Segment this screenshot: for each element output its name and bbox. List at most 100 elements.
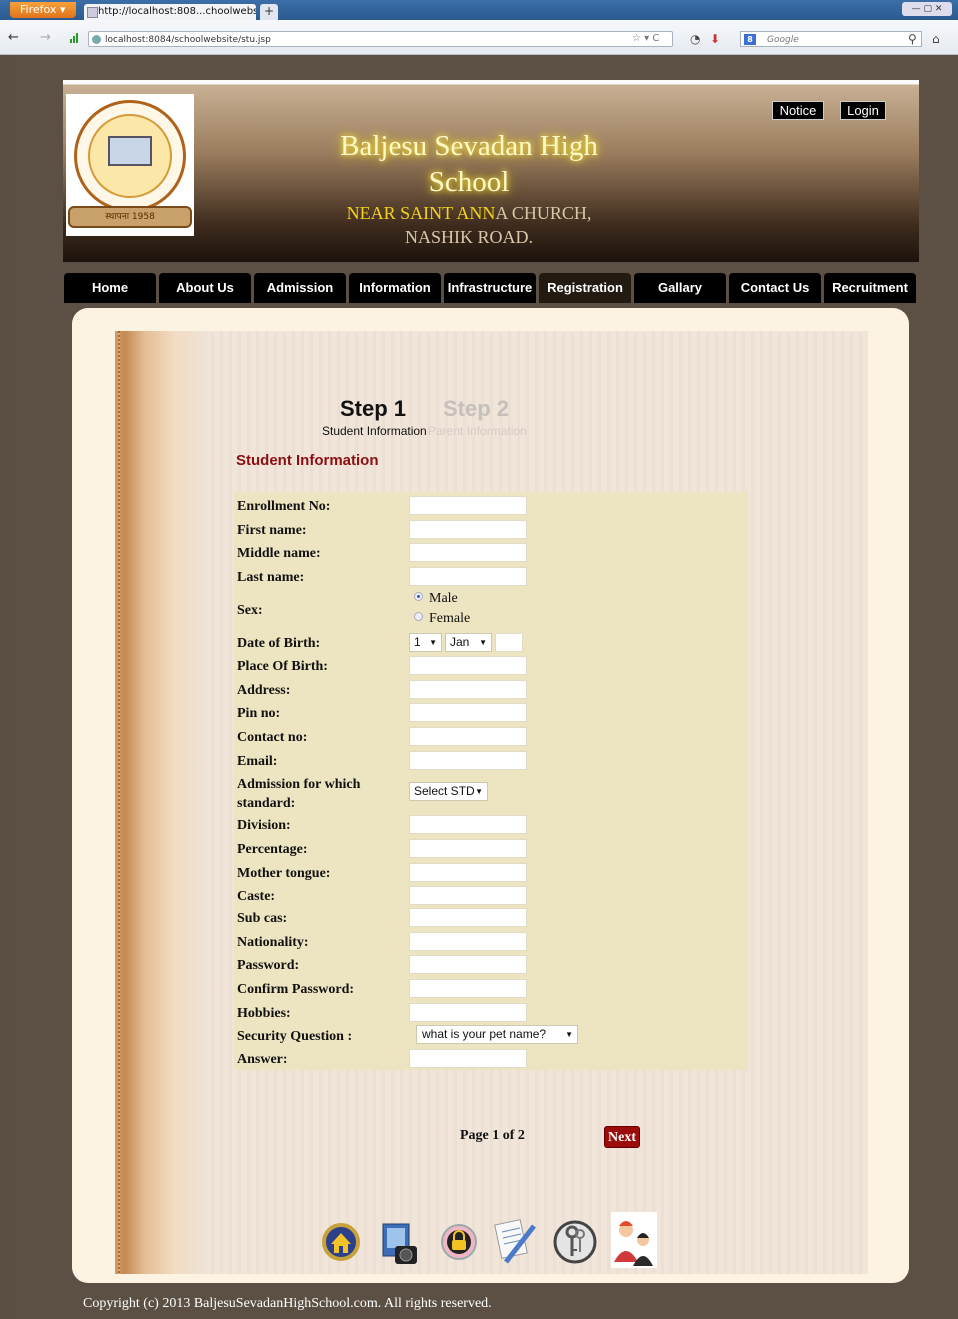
addon-icon[interactable]: ◔ xyxy=(690,32,700,46)
main-menu: Home About Us Admission Information Infr… xyxy=(64,273,918,303)
menu-infrastructure[interactable]: Infrastructure xyxy=(444,273,536,303)
forward-arrow-icon[interactable]: → xyxy=(40,30,51,45)
dob-day-value: 1 xyxy=(414,635,421,649)
new-tab-button[interactable]: + xyxy=(260,4,278,20)
standard-label-line2: standard: xyxy=(237,796,296,811)
first-name-input[interactable] xyxy=(409,520,527,539)
panel-decoration xyxy=(115,331,207,1274)
edit-document-icon[interactable] xyxy=(492,1212,538,1268)
security-question-select[interactable]: what is your pet name? ▼ xyxy=(416,1025,578,1044)
password-input[interactable] xyxy=(409,955,527,974)
search-box[interactable]: 8 Google xyxy=(740,31,922,47)
notice-button[interactable]: Notice xyxy=(772,101,824,120)
pin-input[interactable] xyxy=(409,703,527,722)
menu-registration[interactable]: Registration xyxy=(539,273,631,303)
division-input[interactable] xyxy=(409,815,527,834)
firefox-menu-button[interactable]: Firefox ▾ xyxy=(10,2,76,18)
download-icon[interactable]: ⬇ xyxy=(710,32,720,46)
security-question-label: Security Question : xyxy=(237,1029,353,1044)
school-title: Baljesu Sevadan High School xyxy=(340,130,598,198)
key-icon[interactable] xyxy=(552,1212,598,1268)
menu-contact-us[interactable]: Contact Us xyxy=(729,273,821,303)
window-controls[interactable]: — ▢ ✕ xyxy=(902,2,952,16)
address-highlight: NEAR SAINT ANN xyxy=(346,203,496,223)
bookmark-star-icon[interactable]: ☆ ▾ C xyxy=(632,33,659,44)
gallery-camera-icon[interactable] xyxy=(377,1212,423,1268)
answer-input[interactable] xyxy=(409,1049,527,1068)
sex-male-option[interactable]: Male xyxy=(414,591,458,607)
chevron-down-icon: ▼ xyxy=(429,638,437,647)
site-identity-icon[interactable] xyxy=(92,35,101,44)
enrollment-input[interactable] xyxy=(409,496,527,515)
sub-caste-label: Sub cas: xyxy=(237,911,288,926)
chevron-down-icon: ▼ xyxy=(565,1030,573,1039)
standard-select[interactable]: Select STD ▼ xyxy=(409,782,488,801)
enrollment-label: Enrollment No: xyxy=(237,499,331,514)
sub-caste-input[interactable] xyxy=(409,908,527,927)
home-icon[interactable] xyxy=(318,1212,364,1268)
lock-icon[interactable] xyxy=(436,1212,482,1268)
chevron-down-icon: ▼ xyxy=(475,787,483,796)
email-input[interactable] xyxy=(409,751,527,770)
section-title: Student Information xyxy=(236,452,379,469)
site-header: स्थापना 1958 Baljesu Sevadan High School… xyxy=(63,80,919,262)
dob-day-select[interactable]: 1 ▼ xyxy=(409,633,442,652)
nationality-input[interactable] xyxy=(409,932,527,951)
confirm-password-input[interactable] xyxy=(409,979,527,998)
place-of-birth-input[interactable] xyxy=(409,656,527,675)
home-icon[interactable]: ⌂ xyxy=(932,32,940,46)
browser-tab[interactable]: http://localhost:808...choolwebsite/stu.… xyxy=(84,4,256,20)
mother-tongue-input[interactable] xyxy=(409,863,527,882)
answer-label: Answer: xyxy=(237,1052,288,1067)
address-label: Address: xyxy=(237,683,291,698)
staff-people-icon[interactable] xyxy=(611,1212,657,1268)
hobbies-label: Hobbies: xyxy=(237,1006,291,1021)
male-label: Male xyxy=(429,591,458,606)
school-logo: स्थापना 1958 xyxy=(66,94,194,236)
security-question-value: what is your pet name? xyxy=(422,1027,547,1041)
back-arrow-icon[interactable]: ← xyxy=(8,30,19,45)
browser-tab-bar: Firefox ▾ http://localhost:808...choolwe… xyxy=(0,0,958,20)
password-label: Password: xyxy=(237,958,300,973)
address-bar[interactable]: localhost:8084/schoolwebsite/stu.jsp xyxy=(88,31,673,47)
page-indicator: Page 1 of 2 xyxy=(460,1128,525,1143)
login-button[interactable]: Login xyxy=(840,101,886,120)
logo-ribbon: स्थापना 1958 xyxy=(68,206,192,228)
chevron-down-icon: ▼ xyxy=(479,638,487,647)
percentage-label: Percentage: xyxy=(237,842,308,857)
browser-nav-bar: ← → localhost:8084/schoolwebsite/stu.jsp… xyxy=(0,20,958,55)
percentage-input[interactable] xyxy=(409,839,527,858)
menu-home[interactable]: Home xyxy=(64,273,156,303)
menu-gallary[interactable]: Gallary xyxy=(634,273,726,303)
female-radio[interactable] xyxy=(414,612,423,621)
dob-month-select[interactable]: Jan ▼ xyxy=(445,633,492,652)
contact-input[interactable] xyxy=(409,727,527,746)
menu-recruitment[interactable]: Recruitment xyxy=(824,273,916,303)
middle-name-input[interactable] xyxy=(409,543,527,562)
menu-information[interactable]: Information xyxy=(349,273,441,303)
standard-select-value: Select STD xyxy=(414,784,475,798)
step-1-heading: Step 1 xyxy=(340,396,407,421)
middle-name-label: Middle name: xyxy=(237,546,321,561)
menu-about-us[interactable]: About Us xyxy=(159,273,251,303)
step-2-caption: Parent Information xyxy=(428,424,527,438)
google-engine-icon[interactable]: 8 xyxy=(744,34,756,45)
dob-label: Date of Birth: xyxy=(237,636,321,651)
step-1-caption: Student Information xyxy=(322,424,427,438)
hobbies-input[interactable] xyxy=(409,1003,527,1022)
step-2-heading: Step 2 xyxy=(443,396,510,421)
address-input[interactable] xyxy=(409,680,527,699)
email-label: Email: xyxy=(237,754,278,769)
book-icon xyxy=(108,136,152,166)
dob-year-input[interactable] xyxy=(495,633,523,652)
next-button[interactable]: Next xyxy=(604,1126,640,1148)
last-name-input[interactable] xyxy=(409,567,527,586)
url-text: localhost:8084/schoolwebsite/stu.jsp xyxy=(105,35,271,45)
male-radio[interactable] xyxy=(414,592,423,601)
caste-input[interactable] xyxy=(409,886,527,905)
pin-label: Pin no: xyxy=(237,706,281,721)
sex-female-option[interactable]: Female xyxy=(414,611,470,627)
search-icon[interactable]: ⚲ xyxy=(908,32,917,46)
confirm-password-label: Confirm Password: xyxy=(237,982,355,997)
menu-admission[interactable]: Admission xyxy=(254,273,346,303)
